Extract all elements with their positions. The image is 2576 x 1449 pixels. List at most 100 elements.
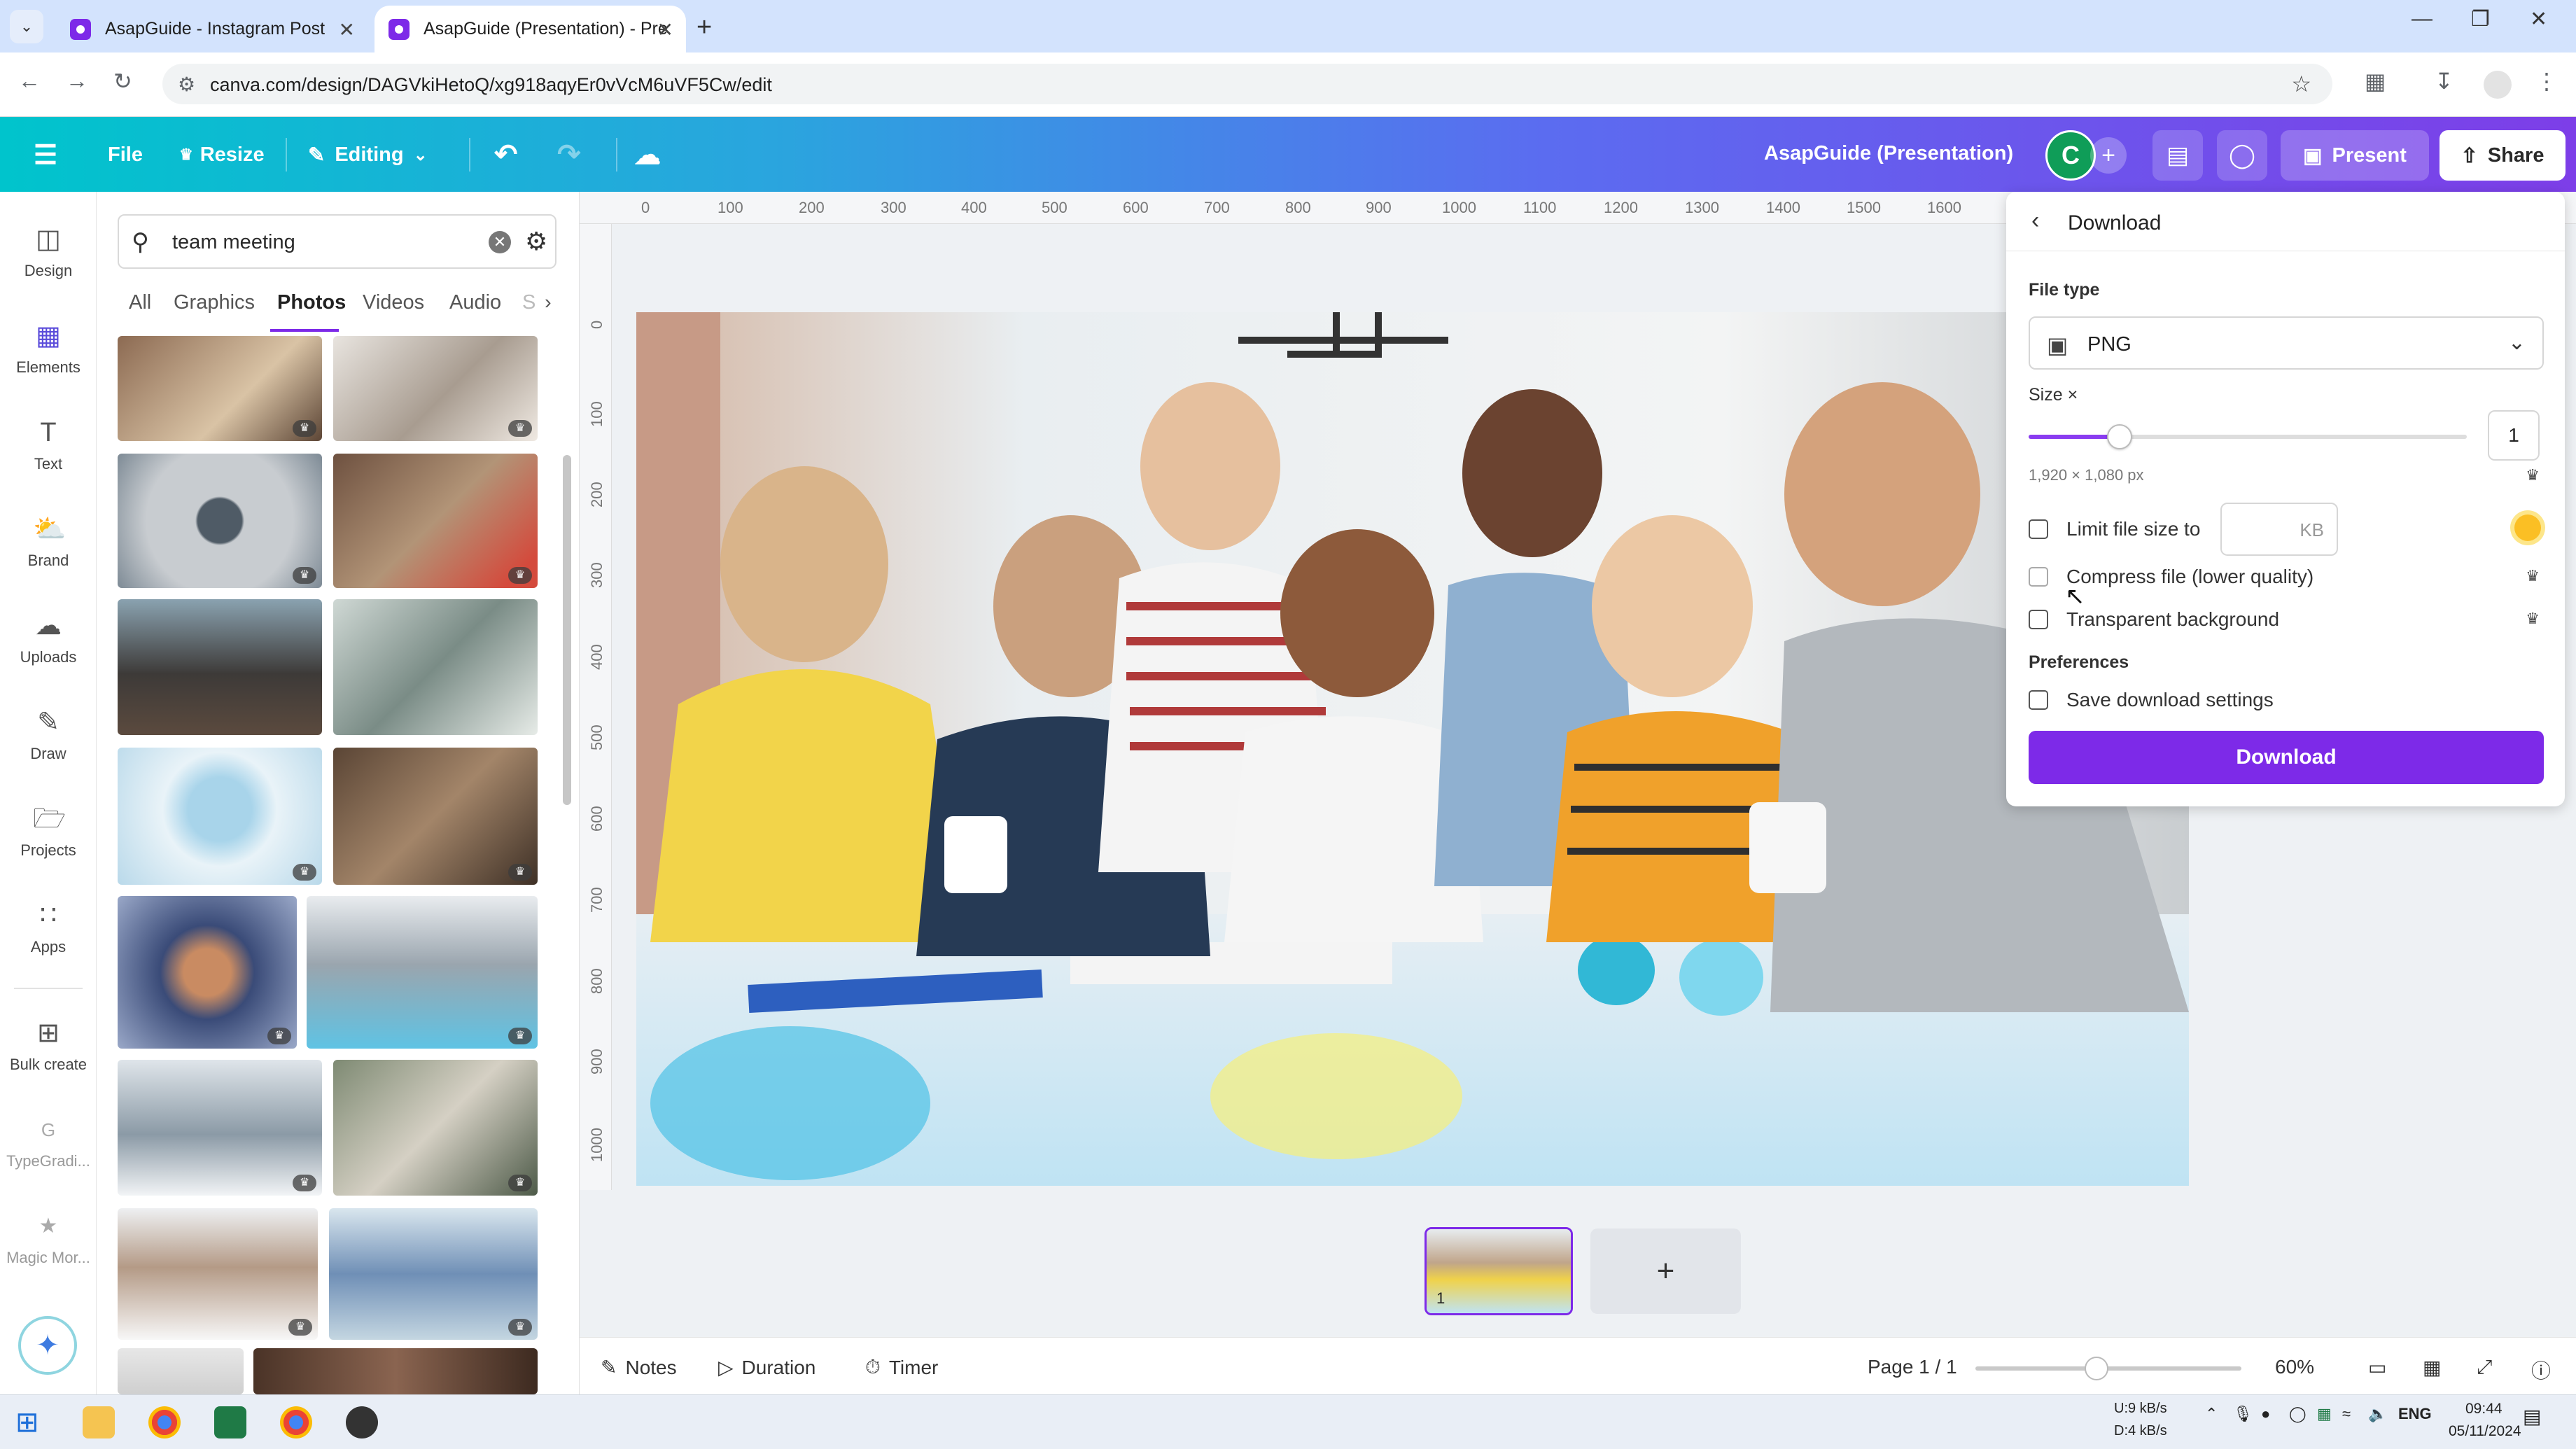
- photo-result[interactable]: ♛: [333, 336, 538, 441]
- fullscreen-icon[interactable]: ⤢: [2477, 1356, 2492, 1379]
- rail-item-magic-morph[interactable]: ★ Magic Mor...: [0, 1211, 97, 1267]
- search-input[interactable]: ⚲ team meeting ✕ ⚙: [118, 214, 556, 269]
- microphone-icon[interactable]: 🎙: [2233, 1405, 2253, 1423]
- photo-result[interactable]: ♛: [307, 896, 538, 1049]
- save-settings-checkbox[interactable]: [2029, 690, 2048, 710]
- redo-icon[interactable]: ↷: [557, 135, 581, 174]
- forward-icon[interactable]: →: [66, 68, 88, 94]
- help-icon[interactable]: ⓘ: [2531, 1356, 2551, 1384]
- extensions-icon[interactable]: ▦: [2365, 68, 2386, 94]
- reload-icon[interactable]: ↻: [113, 68, 132, 94]
- zoom-slider-handle[interactable]: [2085, 1357, 2108, 1380]
- save-settings-row[interactable]: Save download settings: [2029, 689, 2274, 711]
- cloud-save-icon[interactable]: ☁: [634, 135, 661, 174]
- zoom-slider[interactable]: [1975, 1366, 2241, 1371]
- tab-all[interactable]: All: [129, 291, 151, 314]
- resize-button[interactable]: ♛ Resize: [179, 135, 265, 174]
- timer-button[interactable]: ⏱ Timer: [865, 1356, 938, 1379]
- photo-result[interactable]: ♛: [118, 454, 322, 588]
- photo-result[interactable]: ♛: [333, 454, 538, 588]
- browser-tab-presentation[interactable]: AsapGuide (Presentation) - Pre ✕: [374, 6, 686, 52]
- camera-icon[interactable]: ◯: [2289, 1405, 2306, 1423]
- browser-tab-instagram[interactable]: AsapGuide - Instagram Post ✕: [56, 6, 368, 52]
- photo-result[interactable]: ♛: [118, 748, 322, 885]
- rail-item-apps[interactable]: ∷ Apps: [0, 900, 97, 956]
- notes-button[interactable]: ✎ Notes: [601, 1356, 677, 1379]
- panel-scrollbar[interactable]: [560, 336, 571, 1386]
- rail-item-elements[interactable]: ▦ Elements: [0, 321, 97, 377]
- kb-input[interactable]: KB: [2220, 503, 2338, 556]
- photo-result[interactable]: ♛: [329, 1208, 538, 1340]
- limit-file-size-checkbox[interactable]: [2029, 519, 2048, 539]
- profile-avatar[interactable]: [2484, 71, 2512, 99]
- transparent-background-row[interactable]: Transparent background: [2029, 608, 2279, 631]
- new-tab-icon[interactable]: +: [696, 13, 712, 43]
- add-collaborator-icon[interactable]: +: [2090, 137, 2127, 174]
- back-arrow-icon[interactable]: ‹: [2031, 207, 2039, 234]
- photo-result[interactable]: ♛: [333, 1060, 538, 1196]
- editing-mode-button[interactable]: ✎ Editing ⌄: [308, 135, 428, 174]
- rail-item-text[interactable]: T Text: [0, 417, 97, 473]
- url-field[interactable]: ⚙ canva.com/design/DAGVkiHetoQ/xg918aqyE…: [162, 64, 2332, 104]
- notifications-icon[interactable]: ▤: [2523, 1405, 2541, 1428]
- record-icon[interactable]: ●: [2261, 1405, 2270, 1423]
- chrome-icon[interactable]: [148, 1406, 181, 1438]
- excel-icon[interactable]: [214, 1406, 246, 1438]
- tab-more[interactable]: S: [522, 291, 536, 314]
- slide-photo[interactable]: [636, 312, 2189, 1186]
- size-slider-handle[interactable]: [2107, 424, 2132, 449]
- file-menu-button[interactable]: File: [108, 135, 143, 174]
- windows-start-icon[interactable]: ⊞: [15, 1406, 48, 1438]
- rail-item-design[interactable]: ◫ Design: [0, 224, 97, 280]
- close-icon[interactable]: ✕: [339, 18, 355, 41]
- limit-file-size-row[interactable]: Limit file size to: [2029, 518, 2200, 540]
- photo-result[interactable]: [253, 1348, 538, 1394]
- tab-graphics[interactable]: Graphics: [174, 291, 255, 314]
- tab-photos[interactable]: Photos: [277, 291, 346, 314]
- share-button[interactable]: ⇧ Share: [2440, 130, 2566, 181]
- wifi-icon[interactable]: ≈: [2342, 1405, 2351, 1423]
- file-type-select[interactable]: ▣ PNG ⌄: [2029, 316, 2544, 370]
- chevron-up-icon[interactable]: ⌃: [2205, 1405, 2218, 1423]
- rail-item-typegradient[interactable]: G TypeGradi...: [0, 1114, 97, 1170]
- back-icon[interactable]: ←: [18, 68, 41, 94]
- compress-file-checkbox[interactable]: [2029, 567, 2048, 587]
- photo-result[interactable]: [118, 1348, 244, 1394]
- file-explorer-icon[interactable]: [83, 1406, 115, 1438]
- rail-item-projects[interactable]: 🗁 Projects: [0, 804, 97, 860]
- volume-icon[interactable]: 🔈: [2368, 1405, 2387, 1423]
- menu-icon[interactable]: ☰: [34, 135, 57, 174]
- minimize-icon[interactable]: —: [2412, 7, 2432, 31]
- document-title[interactable]: AsapGuide (Presentation): [1764, 142, 2013, 165]
- tab-audio[interactable]: Audio: [449, 291, 501, 314]
- chevron-right-icon[interactable]: ›: [545, 291, 552, 314]
- rail-item-bulk-create[interactable]: ⊞ Bulk create: [0, 1018, 97, 1074]
- download-button[interactable]: Download: [2029, 731, 2544, 784]
- undo-icon[interactable]: ↶: [494, 135, 518, 174]
- avatar[interactable]: C: [2045, 130, 2096, 181]
- excel-tray-icon[interactable]: ▦: [2317, 1405, 2332, 1423]
- magic-assistant-icon[interactable]: ✦: [18, 1316, 77, 1375]
- language-indicator[interactable]: ENG: [2398, 1405, 2432, 1423]
- page-view-icon[interactable]: ▭: [2368, 1356, 2386, 1379]
- rail-item-brand[interactable]: ⛅ Brand: [0, 514, 97, 570]
- duration-button[interactable]: ▷ Duration: [718, 1356, 816, 1379]
- rail-item-draw[interactable]: ✎ Draw: [0, 707, 97, 763]
- add-page-button[interactable]: +: [1590, 1228, 1741, 1314]
- clock-time[interactable]: 09:44: [2465, 1401, 2502, 1418]
- tab-videos[interactable]: Videos: [363, 291, 424, 314]
- page-indicator[interactable]: Page 1 / 1: [1868, 1356, 1957, 1378]
- comment-icon[interactable]: ◯: [2217, 130, 2267, 181]
- photo-result[interactable]: ♛: [118, 336, 322, 441]
- photo-result[interactable]: ♛: [118, 1060, 322, 1196]
- insights-chart-icon[interactable]: ▤: [2152, 130, 2203, 181]
- size-input[interactable]: 1: [2488, 410, 2540, 461]
- more-icon[interactable]: ⋮: [2535, 68, 2558, 94]
- filter-icon[interactable]: ⚙: [525, 227, 547, 256]
- chrome-icon[interactable]: [280, 1406, 312, 1438]
- rail-item-uploads[interactable]: ☁ Uploads: [0, 610, 97, 666]
- zoom-level[interactable]: 60%: [2275, 1356, 2314, 1378]
- download-icon[interactable]: ↧: [2435, 68, 2454, 94]
- transparent-background-checkbox[interactable]: [2029, 610, 2048, 629]
- scrollbar-thumb[interactable]: [563, 455, 571, 805]
